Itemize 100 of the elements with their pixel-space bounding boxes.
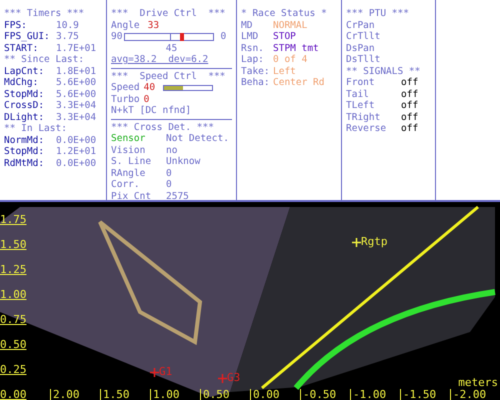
signal-label: TLeft	[346, 100, 376, 112]
timer-label: START:	[4, 42, 40, 54]
status-label: LMD	[241, 31, 260, 42]
status-label: Beha:	[241, 77, 271, 88]
status-value: 0 of 4	[273, 54, 308, 66]
marker-label: Rgtp	[361, 236, 388, 248]
timer-value: 10.9	[56, 20, 79, 31]
y-axis-label: 0.00	[0, 389, 26, 400]
cross-value: 0	[166, 168, 172, 179]
slider-max-label: 0	[220, 31, 226, 42]
timer-label: FPS_GUI:	[4, 31, 51, 42]
y-axis-label: 1.25	[0, 264, 26, 276]
timer-label: FPS:	[4, 20, 28, 31]
unit-label: meters	[458, 376, 498, 388]
status-value: NORMAL	[273, 20, 308, 31]
cross-value: 2575	[166, 190, 189, 202]
cross-value: 0	[166, 179, 172, 190]
cross-label: Pix Cnt	[111, 190, 152, 202]
timer-label: LapCnt:	[4, 66, 46, 77]
signal-label: Reverse	[346, 123, 388, 134]
section-heading: ** In Last:	[4, 123, 68, 134]
timer-value: 1.2E+01	[56, 146, 96, 158]
marker-label: G1	[159, 366, 172, 378]
y-axis-label: 1.75	[0, 214, 26, 226]
y-axis-label: 0.25	[0, 364, 26, 376]
y-axis-label: 0.50	[0, 339, 26, 350]
ptu-item: CrTllt	[346, 31, 382, 42]
cross-label: Corr.	[111, 179, 141, 190]
status-value: STOP	[273, 31, 296, 42]
x-axis-label: 1.00	[150, 388, 180, 400]
panel-heading: *** PTU ***	[346, 8, 410, 20]
x-axis-label: -0.50	[300, 388, 336, 400]
panel-heading: * Race Status *	[241, 8, 328, 20]
cross-value: no	[166, 144, 178, 156]
speed-value: 40	[144, 82, 156, 94]
timer-value: 3.75	[56, 31, 79, 42]
timer-label: DLight:	[4, 112, 46, 123]
mode-text: N+kT [DC nfnd]	[111, 105, 192, 116]
angle-label: Angle	[111, 20, 140, 31]
signal-value: off	[401, 88, 418, 100]
slider-min-label: 90	[111, 31, 122, 42]
timer-value: 1.7E+01	[56, 42, 96, 54]
timer-label: NormMd:	[4, 134, 46, 146]
timer-value: 5.6E+00	[56, 88, 96, 100]
x-axis-label: 2.00	[50, 388, 80, 400]
status-value: Left	[273, 66, 296, 77]
signal-label: TRight	[346, 112, 382, 123]
panel-heading: ** SIGNALS **	[346, 66, 422, 77]
timer-label: RdMtMd:	[4, 158, 46, 169]
section-heading: ** Since Last:	[4, 54, 86, 66]
status-label: Rsn.	[241, 42, 265, 54]
cross-value: Unknow	[166, 156, 200, 168]
panel-heading: *** Speed Ctrl ***	[111, 70, 226, 82]
timer-value: 3.3E+04	[56, 112, 96, 123]
status-value: STPM tmt	[273, 42, 319, 54]
panel-heading: *** Timers ***	[4, 8, 86, 20]
x-axis-label: -1.00	[350, 388, 386, 400]
x-axis-label: 1.50	[100, 388, 130, 400]
timer-label: StopMd:	[4, 88, 46, 100]
signal-label: Tail	[346, 88, 370, 100]
signal-value: off	[401, 112, 418, 123]
turbo-label: Turbo	[111, 94, 140, 105]
turbo-value: 0	[144, 94, 150, 105]
angle-stats: avg=38.2 dev=6.2	[111, 54, 210, 66]
panel-heading: *** Cross Det. ***	[111, 122, 215, 133]
timer-value: 5.6E+00	[56, 77, 96, 88]
ptu-item: DsTllt	[346, 54, 382, 66]
signal-value: off	[401, 123, 418, 134]
timer-value: 3.3E+04	[56, 100, 96, 112]
signal-value: off	[401, 77, 418, 88]
y-axis-label: 1.00	[0, 289, 26, 300]
ptu-item: CrPan	[346, 20, 376, 31]
signal-label: Front	[346, 77, 376, 88]
timer-label: CrossD:	[4, 100, 46, 112]
status-label: Take:	[241, 66, 271, 77]
status-label: Lap:	[241, 54, 265, 66]
panel-heading: *** Drive Ctrl ***	[111, 8, 226, 20]
y-axis-label: 0.75	[0, 314, 26, 326]
status-value: Center Rd	[273, 77, 324, 88]
signal-value: off	[401, 100, 418, 112]
cross-label: Vision	[111, 144, 146, 156]
angle-value: 33	[148, 20, 160, 31]
timer-value: 0.0E+00	[56, 158, 96, 169]
x-axis-label: -2.00	[450, 388, 486, 400]
x-axis-label: 0.00	[250, 388, 280, 400]
slider-center-label: 45	[166, 42, 178, 54]
speed-label: Speed	[111, 82, 140, 94]
cross-label: S. Line	[111, 156, 152, 168]
cross-label: Sensor	[111, 133, 146, 144]
cross-value: Not Detect.	[166, 133, 229, 144]
timer-value: 1.8E+01	[56, 66, 96, 77]
x-axis-label: 0.50	[200, 388, 230, 400]
y-axis-label: 1.50	[0, 239, 26, 250]
timer-label: StopMd:	[4, 146, 46, 158]
cross-label: RAngle	[111, 168, 146, 179]
timer-label: MdChg:	[4, 77, 40, 88]
x-axis-label: -1.50	[400, 388, 436, 400]
status-label: MD	[241, 20, 254, 31]
marker-label: G3	[227, 372, 240, 384]
timer-value: 0.0E+00	[56, 134, 96, 146]
